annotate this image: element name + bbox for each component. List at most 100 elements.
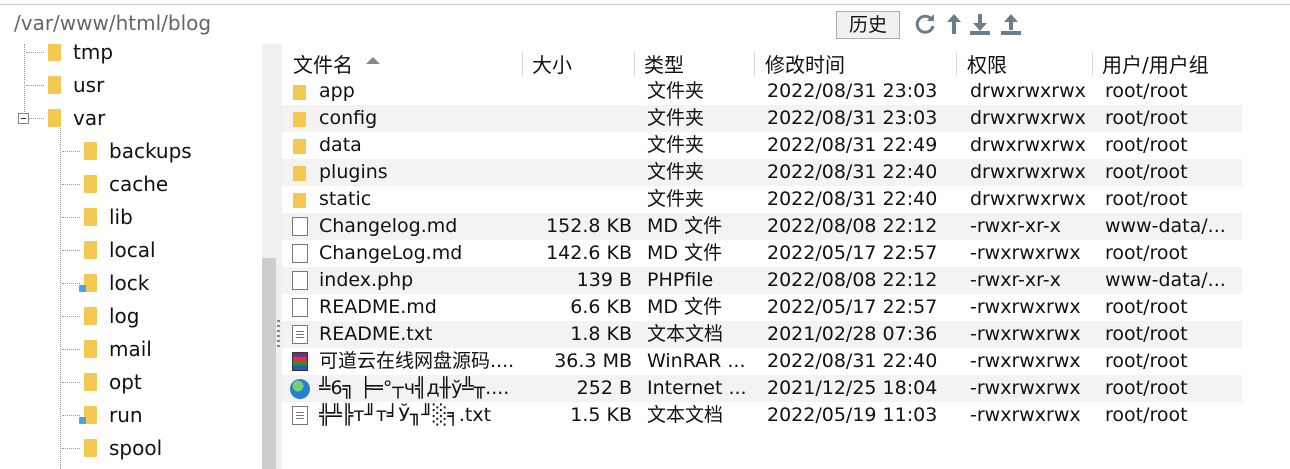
file-name: config [319,107,378,129]
file-size: 6.6 KB [570,296,632,318]
file-name: ╩6╗ ╞═°┬ч╣д╫ў╩╥.... [319,377,510,399]
column-header-type[interactable]: 类型 [644,48,684,82]
tree-item-local[interactable]: local [0,234,262,267]
tree-item-lock[interactable]: lock [0,267,262,300]
file-size: 252 B [576,377,632,399]
column-header-name[interactable]: 文件名 [293,48,353,82]
tree-item-label: local [109,238,156,262]
folder-icon [84,340,97,358]
file-permissions: -rwxrwxrwx [970,377,1081,399]
file-row[interactable]: 可道云在线网盘源码.... 36.3 MB WinRAR ... 2022/08/31… [282,348,1242,375]
download-icon[interactable] [968,12,992,36]
file-permissions: -rwxrwxrwx [970,323,1081,345]
file-row[interactable]: README.txt 1.8 KB 文本文档 2021/02/28 07:36 -rwx… [282,321,1242,348]
file-name: app [319,80,355,102]
column-header-size[interactable]: 大小 [532,48,572,82]
column-header-owner[interactable]: 用户/用户组 [1102,48,1209,82]
file-row[interactable]: Changelog.md 152.8 KB MD 文件 2022/08/08 22:1… [282,213,1242,240]
file-type: 文件夹 [647,134,705,156]
file-permissions: -rwxr-xr-x [970,269,1061,291]
file-modified: 2022/05/17 22:57 [767,296,938,318]
column-separator[interactable] [754,52,755,76]
column-header-modified[interactable]: 修改时间 [765,48,845,82]
tree-item-lib[interactable]: lib [0,201,262,234]
column-separator[interactable] [956,52,957,76]
file-row[interactable]: ╬╩╠т╜т╛Ў╖╜░╕.txt 1.5 KB 文本文档 2022/05/19 11:… [282,402,1242,429]
file-owner: root/root [1105,134,1188,156]
file-name: plugins [319,161,388,183]
tree-item-label: opt [109,370,142,394]
tree-item-opt[interactable]: opt [0,366,262,399]
column-header-permissions[interactable]: 权限 [967,48,1007,82]
file-row[interactable]: ╩6╗ ╞═°┬ч╣д╫ў╩╥.... 252 B Internet ... 2021… [282,375,1242,402]
collapse-toggle-icon[interactable] [18,113,29,124]
file-modified: 2022/08/08 22:12 [767,215,938,237]
file-permissions: drwxrwxrwx [970,161,1086,183]
file-type: 文件夹 [647,188,705,210]
file-icon [292,244,308,263]
upload-icon[interactable] [999,12,1023,36]
file-name: README.md [319,296,437,318]
file-owner: root/root [1105,296,1188,318]
tree-guide-line [62,382,80,383]
up-icon[interactable] [942,12,966,36]
file-permissions: -rwxrwxrwx [970,404,1081,426]
file-type: Internet ... [647,377,747,399]
tree-guide-line [26,52,44,53]
tree-item-label: spool [109,436,163,460]
tree-guide-line [62,415,80,416]
file-row[interactable]: plugins 文件夹 2022/08/31 22:40 drwxrwxrwx root… [282,159,1242,186]
path-input[interactable]: /var/www/html/blog [8,8,828,38]
file-row[interactable]: index.php 139 B PHPfile 2022/08/08 22:12 -rw… [282,267,1242,294]
file-permissions: -rwxrwxrwx [970,296,1081,318]
internet-shortcut-icon [290,379,310,399]
column-separator[interactable] [522,52,523,76]
tree-item-label: tmp [73,44,114,64]
folder-icon [84,142,97,160]
tree-item-tmp[interactable]: tmp [0,44,262,69]
file-row[interactable]: README.md 6.6 KB MD 文件 2022/05/17 22:57 -rwx… [282,294,1242,321]
file-name: index.php [319,269,414,291]
tree-item-cache[interactable]: cache [0,168,262,201]
file-name: ╬╩╠т╜т╛Ў╖╜░╕.txt [319,404,492,426]
file-owner: root/root [1105,188,1188,210]
tree-item-run[interactable]: run [0,399,262,432]
file-row[interactable]: ChangeLog.md 142.6 KB MD 文件 2022/05/17 22:5… [282,240,1242,267]
tree-guide-line [62,250,80,251]
file-row[interactable]: config 文件夹 2022/08/31 23:03 drwxrwxrwx root/… [282,105,1242,132]
tree-guide-line [62,184,80,185]
column-separator[interactable] [1092,52,1093,76]
history-button[interactable]: 历史 [836,11,900,39]
file-name: static [319,188,372,210]
tree-item-mail[interactable]: mail [0,333,262,366]
refresh-icon[interactable] [913,12,937,36]
text-file-icon [292,406,308,425]
file-row[interactable]: static 文件夹 2022/08/31 22:40 drwxrwxrwx root/… [282,186,1242,213]
file-size: 152.8 KB [546,215,632,237]
tree-item-spool[interactable]: spool [0,432,262,465]
file-modified: 2022/08/31 22:49 [767,134,938,156]
file-size: 36.3 MB [554,350,632,372]
tree-item-var[interactable]: var [0,102,262,135]
folder-icon [293,193,306,208]
folder-link-icon [79,274,97,292]
tree-scrollbar-thumb[interactable] [262,258,276,469]
file-permissions: -rwxr-xr-x [970,215,1061,237]
file-modified: 2022/08/31 22:40 [767,161,938,183]
file-row[interactable]: data 文件夹 2022/08/31 22:49 drwxrwxrwx root/ro… [282,132,1242,159]
tree-item-usr[interactable]: usr [0,69,262,102]
file-modified: 2022/08/31 22:40 [767,188,938,210]
folder-icon [84,439,97,457]
splitter-grip[interactable] [277,320,280,350]
tree-guide-line [62,217,80,218]
folder-icon [48,109,61,127]
top-divider [0,0,1290,5]
tree-item-label: run [109,403,143,427]
tree-item-log[interactable]: log [0,300,262,333]
tree-guide-line [62,448,80,449]
file-name: README.txt [319,323,433,345]
tree-item-backups[interactable]: backups [0,135,262,168]
column-separator[interactable] [634,52,635,76]
file-row[interactable]: app 文件夹 2022/08/31 23:03 drwxrwxrwx root/roo… [282,78,1242,105]
file-modified: 2022/08/31 22:40 [767,350,938,372]
